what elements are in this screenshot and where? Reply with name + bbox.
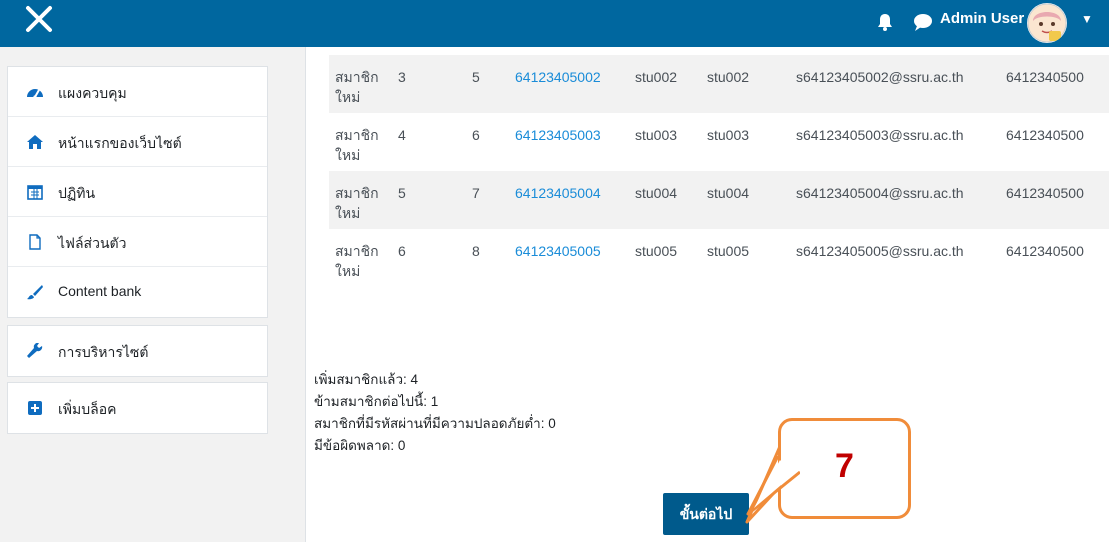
cell-username-link[interactable]: 64123405004 (515, 183, 601, 203)
summary-errors: มีข้อผิดพลาด: 0 (314, 438, 406, 453)
table-row: สมาชิกใหม่ 4 6 64123405003 stu003 stu003… (329, 113, 1109, 171)
cell-email: s64123405003@ssru.ac.th (796, 127, 964, 143)
summary-added: เพิ่มสมาชิกแล้ว: 4 (314, 372, 419, 387)
bell-icon[interactable] (877, 13, 893, 31)
cell-idnumber: 6412340500 (1006, 243, 1084, 259)
file-icon (26, 234, 44, 250)
calendar-icon (26, 184, 44, 200)
cell-email: s64123405002@ssru.ac.th (796, 69, 964, 85)
cell-idnumber: 6412340500 (1006, 127, 1084, 143)
cell-username-link[interactable]: 64123405003 (515, 125, 601, 145)
summary-skipped: ข้ามสมาชิกต่อไปนี้: 1 (314, 394, 439, 409)
nav-item-content-bank[interactable]: Content bank (8, 267, 267, 317)
nav-group-blocks: เพิ่มบล็อค (7, 382, 268, 434)
nav-item-label: Content bank (58, 283, 142, 299)
top-navbar: Admin User ▼ (0, 0, 1109, 47)
cell-email: s64123405004@ssru.ac.th (796, 185, 964, 201)
table-row: สมาชิกใหม่ 5 7 64123405004 stu004 stu004… (329, 171, 1109, 229)
brush-icon (26, 284, 44, 300)
nav-item-private-files[interactable]: ไฟล์ส่วนตัว (8, 217, 267, 267)
nav-item-label: การบริหารไซต์ (58, 344, 149, 360)
step-number: 7 (835, 447, 854, 485)
cell-status: สมาชิกใหม่ (335, 127, 379, 163)
table-row: สมาชิกใหม่ 3 5 64123405002 stu002 stu002… (329, 55, 1109, 113)
cell-idnumber: 6412340500 (1006, 185, 1084, 201)
nav-item-site-admin[interactable]: การบริหารไซต์ (8, 326, 267, 376)
wrench-icon (26, 342, 44, 359)
summary-weak-passwords: สมาชิกที่มีรหัสผ่านที่มีความปลอดภัยต่ำ: … (314, 416, 556, 431)
user-name[interactable]: Admin User (940, 10, 1024, 27)
nav-item-label: หน้าแรกของเว็บไซต์ (58, 135, 182, 151)
nav-item-label: แผงควบคุม (58, 85, 127, 101)
cell-line: 5 (398, 185, 406, 201)
nav-item-calendar[interactable]: ปฏิทิน (8, 167, 267, 217)
cell-firstname: stu004 (635, 185, 678, 201)
cell-id: 6 (472, 127, 480, 143)
dashboard-icon (26, 84, 44, 100)
cell-status: สมาชิกใหม่ (335, 185, 379, 221)
cell-firstname: stu005 (635, 243, 678, 259)
nav-item-label: ไฟล์ส่วนตัว (58, 235, 127, 251)
cell-line: 6 (398, 243, 406, 259)
cell-id: 8 (472, 243, 480, 259)
cell-id: 5 (472, 69, 480, 85)
cell-id: 7 (472, 185, 480, 201)
cell-firstname: stu002 (635, 69, 678, 85)
nav-drawer: แผงควบคุม หน้าแรกของเว็บไซต์ ปฏิทิน ไฟล์… (0, 47, 290, 542)
cell-idnumber: 6412340500 (1006, 69, 1084, 85)
cell-status: สมาชิกใหม่ (335, 243, 379, 279)
cell-lastname: stu003 (707, 127, 750, 143)
plus-square-icon (26, 400, 44, 416)
nav-item-label: เพิ่มบล็อค (58, 401, 117, 417)
nav-item-dashboard[interactable]: แผงควบคุม (8, 67, 267, 117)
cell-lastname: stu002 (707, 69, 750, 85)
chat-icon[interactable] (912, 12, 934, 32)
main-content: สมาชิกใหม่ 3 5 64123405002 stu002 stu002… (305, 47, 1109, 542)
nav-item-add-block[interactable]: เพิ่มบล็อค (8, 383, 267, 433)
avatar[interactable] (1027, 3, 1067, 43)
cell-firstname: stu003 (635, 127, 678, 143)
upload-summary: เพิ่มสมาชิกแล้ว: 4 ข้ามสมาชิกต่อไปนี้: 1… (314, 369, 556, 457)
close-icon[interactable] (24, 4, 54, 40)
home-icon (26, 134, 44, 150)
cell-lastname: stu005 (707, 243, 750, 259)
caret-down-icon[interactable]: ▼ (1081, 12, 1093, 26)
nav-group-admin: การบริหารไซต์ (7, 325, 268, 377)
cell-status: สมาชิกใหม่ (335, 69, 379, 105)
nav-item-label: ปฏิทิน (58, 185, 96, 201)
table-row: สมาชิกใหม่ 6 8 64123405005 stu005 stu005… (329, 229, 1109, 287)
cell-line: 4 (398, 127, 406, 143)
cell-username-link[interactable]: 64123405005 (515, 241, 601, 261)
nav-item-home[interactable]: หน้าแรกของเว็บไซต์ (8, 117, 267, 167)
cell-email: s64123405005@ssru.ac.th (796, 243, 964, 259)
cell-line: 3 (398, 69, 406, 85)
nav-group-main: แผงควบคุม หน้าแรกของเว็บไซต์ ปฏิทิน ไฟล์… (7, 66, 268, 318)
callout-pointer-cover (746, 455, 800, 516)
cell-lastname: stu004 (707, 185, 750, 201)
cell-username-link[interactable]: 64123405002 (515, 67, 601, 87)
